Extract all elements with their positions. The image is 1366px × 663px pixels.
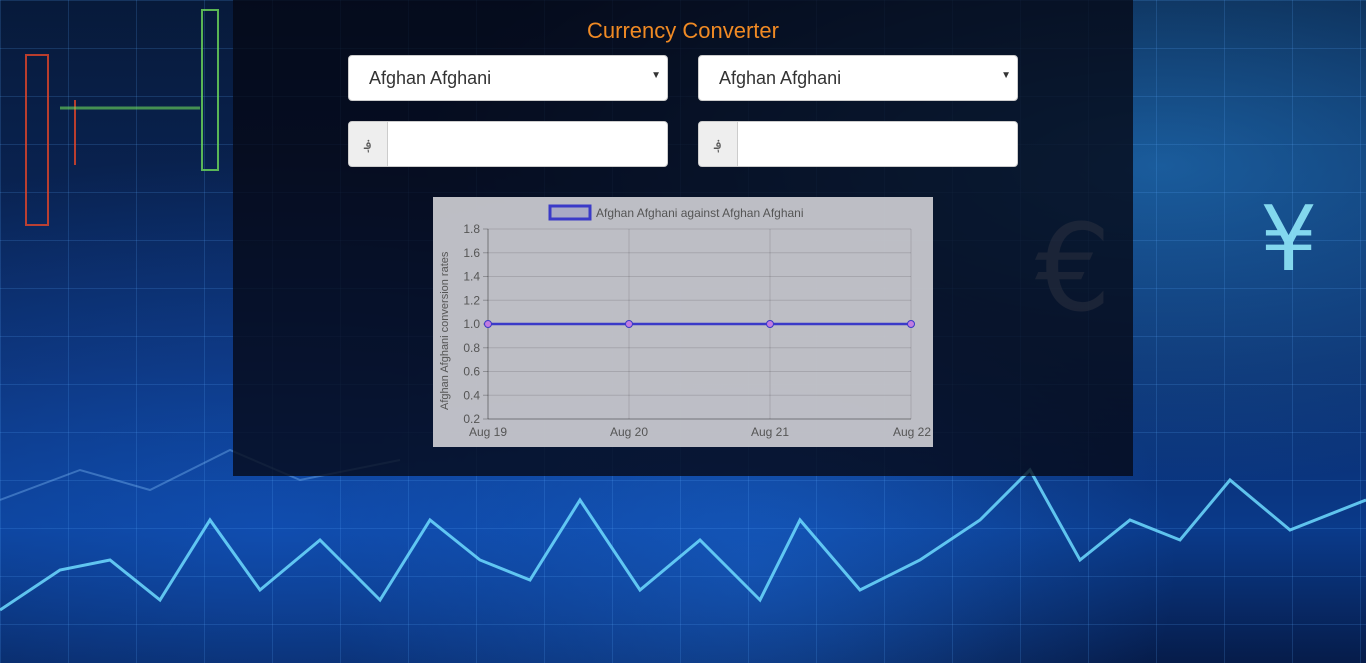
data-point: [907, 320, 915, 328]
from-amount-group: ؋: [348, 121, 668, 167]
from-currency-symbol: ؋: [349, 122, 388, 166]
y-tick-label: 1.8: [463, 222, 480, 236]
to-amount-group: ؋: [698, 121, 1018, 167]
x-tick-label: Aug 20: [610, 425, 648, 439]
y-tick-label: 0.6: [463, 365, 480, 379]
y-tick-label: 1.4: [463, 270, 480, 284]
rate-chart: Afghan Afghani against Afghan Afghani Af…: [433, 197, 933, 447]
to-amount-input[interactable]: [738, 122, 1016, 166]
y-tick-label: 0.8: [463, 341, 480, 355]
from-currency-value: Afghan Afghani: [369, 68, 492, 88]
x-tick-label: Aug 21: [751, 425, 789, 439]
y-tick-label: 1.6: [463, 246, 480, 260]
y-tick-label: 0.2: [463, 412, 480, 426]
x-tick-label: Aug 22: [893, 425, 931, 439]
y-axis-label: Afghan Afghani conversion rates: [439, 251, 451, 410]
data-point: [625, 320, 633, 328]
legend-label: Afghan Afghani against Afghan Afghani: [596, 206, 804, 220]
y-tick-label: 1.2: [463, 293, 480, 307]
page-title: Currency Converter: [587, 18, 779, 43]
from-amount-input[interactable]: [388, 122, 666, 166]
legend-swatch: [548, 204, 592, 221]
y-tick-label: 1.0: [463, 317, 480, 331]
y-tick-label: 0.4: [463, 388, 480, 402]
x-tick-label: Aug 19: [469, 425, 507, 439]
data-point: [484, 320, 492, 328]
to-currency-value: Afghan Afghani: [719, 68, 842, 88]
to-currency-symbol: ؋: [699, 122, 738, 166]
chevron-down-icon: ▼: [651, 70, 661, 81]
rate-chart-svg: Afghan Afghani against Afghan Afghani Af…: [439, 204, 931, 439]
from-currency-select[interactable]: Afghan Afghani ▼: [348, 55, 668, 101]
to-currency-select[interactable]: Afghan Afghani ▼: [698, 55, 1018, 101]
data-point: [766, 320, 774, 328]
chevron-down-icon: ▼: [1001, 70, 1011, 81]
svg-text:¥: ¥: [1260, 187, 1317, 292]
